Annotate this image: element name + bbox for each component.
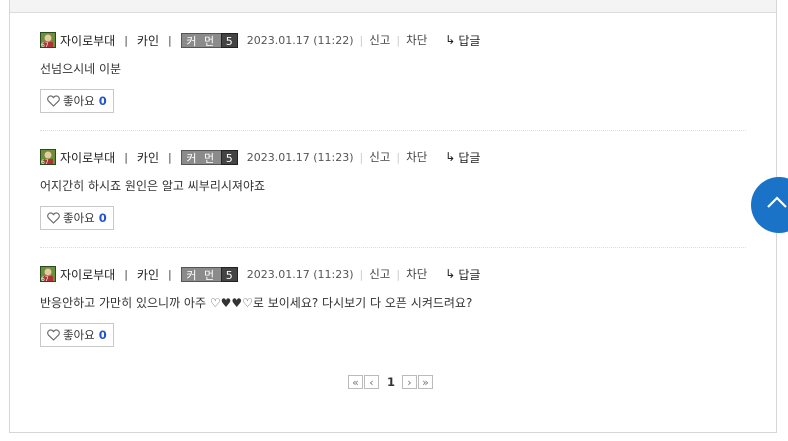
separator: | [168,267,172,281]
badge-label: 커 먼 [180,149,221,165]
first-page-button[interactable]: « [348,375,363,389]
last-page-button[interactable]: » [418,375,433,389]
comment-date: 2023.01.17 (11:23) [246,150,354,164]
svg-text:67: 67 [41,42,49,48]
badge-label: 커 먼 [180,32,221,48]
prev-page-button[interactable]: ‹ [364,375,379,389]
block-link[interactable]: 차단 [406,266,427,282]
like-label: 좋아요 [63,211,95,225]
comment-panel: 67 자이로부대 | 카인 | 커 먼 5 2023.01.17 (11:22)… [9,0,777,433]
separator: | [124,267,128,281]
reply-arrow-icon: ↳ [445,33,456,47]
block-link[interactable]: 차단 [406,149,427,165]
avatar-icon[interactable]: 67 [40,32,56,49]
username[interactable]: 카인 [137,32,159,49]
comment-meta: 67 자이로부대 | 카인 | 커 먼 5 2023.01.17 (11:22)… [40,31,746,49]
like-button[interactable]: 좋아요 0 [40,89,114,113]
reply-button[interactable]: ↳ 답글 [445,266,480,283]
separator: | [396,150,401,164]
svg-text:67: 67 [41,276,49,282]
level-badge: 커 먼 5 [180,266,238,282]
reply-label: 답글 [458,33,481,48]
like-button[interactable]: 좋아요 0 [40,206,114,230]
current-page[interactable]: 1 [382,375,400,389]
separator: | [124,150,128,164]
comment-date: 2023.01.17 (11:22) [246,33,354,47]
separator: | [359,33,364,47]
level-badge: 커 먼 5 [180,149,238,165]
separator: | [396,267,401,281]
heart-icon [47,329,60,341]
svg-text:67: 67 [41,159,49,165]
separator: | [359,150,364,164]
nickname[interactable]: 자이로부대 [60,32,115,49]
comment-divider [40,130,746,131]
nickname[interactable]: 자이로부대 [60,266,115,283]
report-link[interactable]: 신고 [369,32,390,48]
separator: | [396,33,401,47]
reply-arrow-icon: ↳ [445,150,456,164]
pagination: « ‹ 1 › » [348,375,434,389]
reply-button[interactable]: ↳ 답글 [445,149,480,166]
report-link[interactable]: 신고 [369,149,390,165]
separator: | [168,150,172,164]
reply-arrow-icon: ↳ [445,267,456,281]
comment-meta: 67 자이로부대 | 카인 | 커 먼 5 2023.01.17 (11:23)… [40,148,746,166]
comment-date: 2023.01.17 (11:23) [246,267,354,281]
comment-text: 반응안하고 가만히 있으니까 아주 ♡♥♥♡로 보이세요? 다시보기 다 오픈 … [40,296,473,310]
badge-level: 5 [220,149,238,165]
username[interactable]: 카인 [137,266,159,283]
badge-label: 커 먼 [180,266,221,282]
avatar-icon[interactable]: 67 [40,266,56,283]
comment-item: 67 자이로부대 | 카인 | 커 먼 5 2023.01.17 (11:22)… [40,31,746,113]
like-count: 0 [98,328,107,342]
like-label: 좋아요 [63,328,95,342]
reply-button[interactable]: ↳ 답글 [445,32,480,49]
block-link[interactable]: 차단 [406,32,427,48]
reply-label: 답글 [458,267,481,282]
badge-level: 5 [220,266,238,282]
comment-meta: 67 자이로부대 | 카인 | 커 먼 5 2023.01.17 (11:23)… [40,265,746,283]
separator: | [168,33,172,47]
like-button[interactable]: 좋아요 0 [40,323,114,347]
report-link[interactable]: 신고 [369,266,390,282]
like-label: 좋아요 [63,94,95,108]
level-badge: 커 먼 5 [180,32,238,48]
heart-icon [47,212,60,224]
comment-text: 선넘으시네 이분 [40,62,122,76]
nickname[interactable]: 자이로부대 [60,149,115,166]
heart-icon [47,95,60,107]
like-count: 0 [98,211,107,225]
like-count: 0 [98,94,107,108]
panel-top-bar [10,0,776,13]
comment-item: 67 자이로부대 | 카인 | 커 먼 5 2023.01.17 (11:23)… [40,265,746,347]
badge-level: 5 [220,32,238,48]
username[interactable]: 카인 [137,149,159,166]
separator: | [359,267,364,281]
avatar-icon[interactable]: 67 [40,149,56,166]
reply-label: 답글 [458,150,481,165]
comment-text: 어지간히 하시죠 원인은 알고 씨부리시져야죠 [40,179,266,193]
separator: | [124,33,128,47]
comment-divider [40,247,746,248]
next-page-button[interactable]: › [402,375,417,389]
chevron-up-icon [767,196,787,208]
comment-item: 67 자이로부대 | 카인 | 커 먼 5 2023.01.17 (11:23)… [40,148,746,230]
